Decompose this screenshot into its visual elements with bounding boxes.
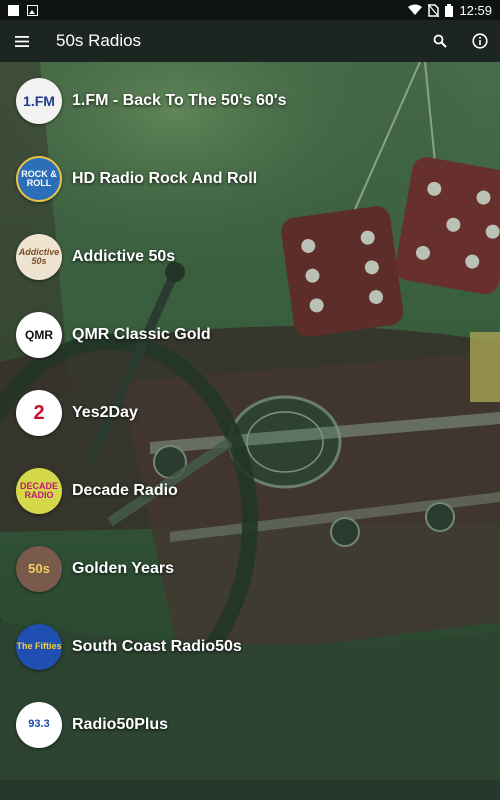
notification-square-icon [8, 4, 19, 16]
station-item-south-coast-radio50s[interactable]: The Fifties South Coast Radio50s [0, 608, 500, 686]
info-icon [472, 33, 488, 49]
station-logo-text: DECADE RADIO [19, 480, 58, 500]
hamburger-menu-icon [15, 35, 29, 47]
app-title: 50s Radios [56, 31, 142, 50]
system-icons: 12:59 [408, 3, 500, 18]
station-logo-qmr: QMR [16, 312, 62, 358]
station-logo-addictive-50s: Addictive 50s [16, 234, 62, 280]
station-name: QMR Classic Gold [72, 326, 211, 343]
bottom-edge [0, 780, 500, 800]
app-bar: 50s Radios [0, 20, 500, 62]
station-logo-decade-radio: DECADE RADIO [16, 468, 62, 514]
station-name: Golden Years [72, 560, 174, 577]
station-item-addictive-50s[interactable]: Addictive 50s Addictive 50s [0, 218, 500, 296]
station-item-qmr-classic-gold[interactable]: QMR QMR Classic Gold [0, 296, 500, 374]
station-item-golden-years[interactable]: 50s Golden Years [0, 530, 500, 608]
station-logo-radio50plus: 93.3 [16, 702, 62, 748]
wifi-icon [408, 4, 423, 15]
app-actions [420, 20, 500, 62]
no-sim-icon [428, 3, 440, 17]
station-item-decade-radio[interactable]: DECADE RADIO Decade Radio [0, 452, 500, 530]
notification-image-icon [27, 4, 38, 16]
station-logo-hd-radio: ROCK & ROLL [16, 156, 62, 202]
station-name: Radio50Plus [72, 716, 169, 733]
station-logo-1fm: 1.FM [16, 78, 62, 124]
station-item-hd-radio-rock-and-roll[interactable]: ROCK & ROLL HD Radio Rock And Roll [0, 140, 500, 218]
station-logo-text: Addictive 50s [18, 246, 60, 266]
station-name: Addictive 50s [72, 248, 176, 265]
station-logo-text: 93.3 [28, 718, 50, 731]
station-name: South Coast Radio50s [72, 638, 242, 655]
search-button[interactable] [420, 20, 460, 62]
station-item-radio50plus[interactable]: 93.3 Radio50Plus [0, 686, 500, 764]
notification-icons [0, 4, 38, 16]
station-logo-yes2day: 2 [16, 390, 62, 436]
search-icon [433, 34, 447, 48]
station-logo-text: 2 [33, 401, 45, 424]
station-item-1fm[interactable]: 1.FM 1.FM - Back To The 50's 60's [0, 62, 500, 140]
station-logo-text: 50s [28, 561, 50, 577]
station-name: 1.FM - Back To The 50's 60's [72, 92, 287, 109]
clock-time: 12:59 [459, 2, 492, 18]
battery-icon [445, 3, 454, 17]
status-bar: 12:59 [0, 0, 500, 20]
station-logo-golden-years: 50s [16, 546, 62, 592]
station-name: HD Radio Rock And Roll [72, 170, 258, 187]
station-logo-text: 1.FM [23, 92, 55, 109]
station-item-yes2day[interactable]: 2 Yes2Day [0, 374, 500, 452]
info-button[interactable] [460, 20, 500, 62]
station-logo-text: QMR [25, 327, 53, 342]
station-logo-text: The Fifties [16, 641, 62, 652]
station-list: 1.FM 1.FM - Back To The 50's 60's ROCK &… [0, 62, 500, 778]
station-name: Decade Radio [72, 482, 178, 499]
station-name: Yes2Day [72, 404, 138, 421]
station-logo-south-coast: The Fifties [16, 624, 62, 670]
station-logo-text: ROCK & ROLL [21, 168, 57, 188]
menu-button[interactable] [0, 20, 44, 62]
